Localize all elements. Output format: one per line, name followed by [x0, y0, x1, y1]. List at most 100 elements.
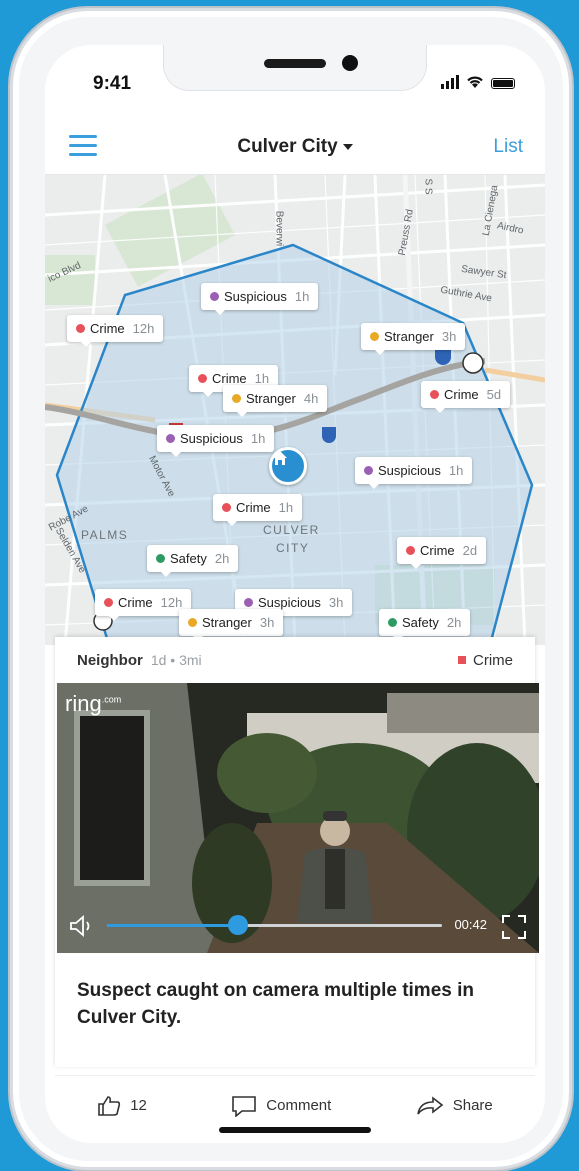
incident-category: Safety — [402, 615, 439, 630]
status-time: 9:41 — [93, 73, 132, 94]
like-button[interactable]: 12 — [97, 1095, 147, 1117]
incident-category: Stranger — [246, 391, 296, 406]
location-selector[interactable]: Culver City — [45, 136, 545, 158]
suspicious-dot — [210, 292, 219, 301]
phone-frame: 9:41 Culver City List Beverwi S S La Cie… — [10, 8, 572, 1170]
brand-watermark: ring.com — [65, 691, 122, 716]
incident-category: Crime — [118, 595, 153, 610]
incident-chip[interactable]: Safety 2h — [147, 545, 239, 577]
area-label: CULVER — [263, 523, 320, 537]
incident-chip[interactable]: Suspicious 1h — [157, 425, 275, 457]
fullscreen-icon[interactable] — [501, 914, 527, 940]
speaker — [264, 59, 326, 68]
notch — [163, 45, 427, 91]
incident-category: Crime — [90, 321, 125, 336]
share-button[interactable]: Share — [416, 1095, 493, 1116]
incident-chip[interactable]: Crime 5d — [421, 381, 511, 413]
suspicious-dot — [244, 598, 253, 607]
crime-dot — [104, 598, 113, 607]
incident-chip[interactable]: Suspicious 1h — [355, 457, 473, 489]
stranger-dot — [232, 394, 241, 403]
share-label: Share — [452, 1097, 493, 1114]
post-category: Crime — [458, 652, 513, 669]
home-indicator[interactable] — [219, 1127, 371, 1133]
home-location-pin[interactable] — [269, 447, 307, 485]
progress-fill — [107, 924, 238, 927]
incident-age: 12h — [160, 595, 183, 610]
highway-shield-icon — [462, 352, 484, 374]
incident-chip[interactable]: Stranger 4h — [223, 385, 328, 417]
share-icon — [416, 1095, 444, 1114]
signal-icon — [441, 75, 459, 89]
crime-dot — [198, 374, 207, 383]
incident-chip[interactable]: Stranger 3h — [361, 323, 466, 355]
incident-category: Suspicious — [224, 289, 287, 304]
incident-age: 1h — [294, 289, 310, 304]
post-category-label: Crime — [473, 651, 513, 669]
incident-age: 2h — [214, 551, 230, 566]
incident-category: Suspicious — [378, 463, 441, 478]
incident-age: 2h — [446, 615, 462, 630]
incident-category: Crime — [420, 543, 455, 558]
video-player[interactable]: ring.com 00:42 — [57, 683, 539, 953]
incident-age: 12h — [132, 321, 155, 336]
post-meta: 1d • 3mi — [150, 652, 202, 668]
incident-age: 1h — [250, 431, 266, 446]
incident-chip[interactable]: Crime 12h — [95, 589, 192, 621]
like-count: 12 — [130, 1097, 147, 1114]
comment-label: Comment — [266, 1097, 332, 1114]
top-nav-bar: Culver City List — [45, 119, 545, 175]
incident-chip[interactable]: Suspicious 1h — [201, 283, 319, 315]
wifi-icon — [467, 76, 483, 88]
incident-age: 5d — [486, 387, 502, 402]
incident-chip[interactable]: Crime 1h — [213, 494, 303, 526]
comment-button[interactable]: Comment — [231, 1095, 331, 1117]
stranger-dot — [370, 332, 379, 341]
incident-age: 4h — [303, 391, 319, 406]
incident-chip[interactable]: Safety 2h — [379, 609, 471, 641]
incident-category: Safety — [170, 551, 207, 566]
post-card[interactable]: Neighbor 1d • 3mi Crime ring.com 00:42 S… — [55, 637, 539, 1067]
home-icon — [273, 451, 287, 465]
suspicious-dot — [166, 434, 175, 443]
incident-age: 3h — [259, 615, 275, 630]
incident-age: 3h — [441, 329, 457, 344]
incident-age: 3h — [328, 595, 344, 610]
comment-icon — [232, 1095, 257, 1117]
crime-dot — [76, 324, 85, 333]
volume-icon[interactable] — [69, 915, 97, 937]
post-header: Neighbor 1d • 3mi Crime — [55, 637, 535, 683]
incident-category: Suspicious — [180, 431, 243, 446]
area-label: PALMS — [81, 528, 129, 542]
crime-dot — [430, 390, 439, 399]
incident-age: 2d — [462, 543, 478, 558]
incident-category: Crime — [212, 371, 247, 386]
incident-age: 1h — [448, 463, 464, 478]
caret-down-icon — [342, 143, 353, 150]
incident-category: Crime — [444, 387, 479, 402]
incident-map[interactable]: Beverwi S S La Cienega Preuss Rd Sawyer … — [45, 175, 545, 645]
incident-age: 1h — [278, 500, 294, 515]
safety-dot — [156, 554, 165, 563]
app-screen: 9:41 Culver City List Beverwi S S La Cie… — [45, 45, 545, 1143]
incident-chip[interactable]: Crime 12h — [67, 315, 164, 347]
incident-chip[interactable]: Stranger 3h — [179, 609, 284, 641]
video-controls: 00:42 — [57, 901, 539, 953]
safety-dot — [388, 618, 397, 627]
road-label: Beverwi — [273, 210, 285, 247]
battery-icon — [491, 78, 515, 89]
incident-chip[interactable]: Crime 2d — [397, 537, 487, 569]
area-label: CITY — [276, 541, 310, 555]
road-label: S S — [422, 178, 434, 195]
incident-age: 1h — [254, 371, 270, 386]
progress-bar[interactable] — [107, 915, 442, 935]
post-title[interactable]: Suspect caught on camera multiple times … — [77, 977, 517, 1031]
list-view-link[interactable]: List — [493, 136, 523, 158]
front-camera — [342, 55, 358, 71]
crime-category-icon — [458, 656, 466, 664]
post-actions: 12 Comment Share — [55, 1075, 535, 1135]
incident-category: Stranger — [384, 329, 434, 344]
progress-knob[interactable] — [227, 915, 248, 935]
status-icons — [441, 75, 515, 89]
location-name: Culver City — [237, 136, 338, 157]
